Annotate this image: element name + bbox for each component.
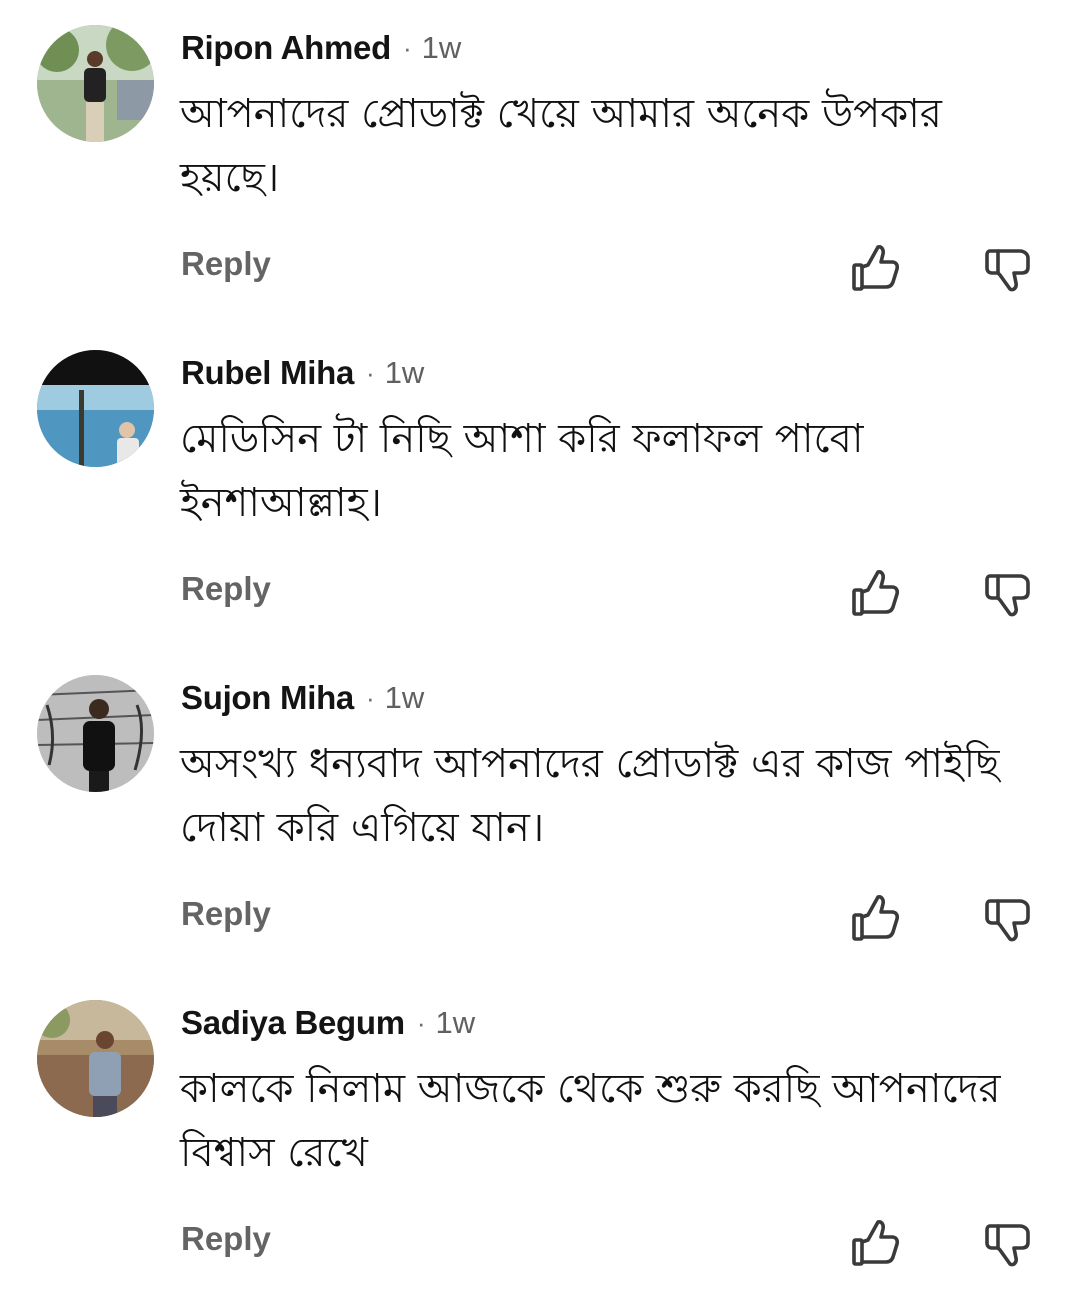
thumbs-down-icon [985,1224,1030,1267]
reply-button[interactable]: Reply [181,1220,271,1258]
reply-button[interactable]: Reply [181,570,271,608]
thumbs-up-icon [852,1220,900,1266]
like-button[interactable] [850,243,902,295]
avatar[interactable] [37,350,154,467]
author-name[interactable]: Sadiya Begum [181,1004,405,1042]
reply-button[interactable]: Reply [181,245,271,283]
reply-button[interactable]: Reply [181,895,271,933]
dislike-button[interactable] [982,568,1034,620]
thumbs-down-icon [985,574,1030,617]
thumbs-down-icon [985,899,1030,942]
comment-text: আপনাদের প্রোডাক্ট খেয়ে আমার অনেক উপকার … [180,91,942,201]
comment-item: Ripon Ahmed · 1w আপনাদের প্রোডাক্ট খেয়ে… [0,0,1080,325]
comment-text: কালকে নিলাম আজকে থেকে শুরু করছি আপনাদের … [180,1066,1001,1176]
author-name[interactable]: Rubel Miha [181,354,354,392]
avatar[interactable] [37,675,154,792]
comment-text: মেডিসিন টা নিছি আশা করি ফলাফল পাবো ইনশাআ… [180,416,864,526]
avatar[interactable] [37,1000,154,1117]
thumbs-down-icon [985,249,1030,292]
timestamp: 1w [384,355,425,390]
author-name[interactable]: Sujon Miha [181,679,354,717]
avatar[interactable] [37,25,154,142]
comment-item: Sujon Miha · 1w অসংখ্য ধন্যবাদ আপনাদের প… [0,650,1080,975]
timestamp: 1w [435,1005,476,1040]
thumbs-up-icon [852,895,900,941]
dislike-button[interactable] [982,893,1034,945]
separator-dot: · [366,357,375,388]
comment-header: Sujon Miha · 1w [181,676,424,720]
comment-item: Rubel Miha · 1w মেডিসিন টা নিছি আশা করি … [0,325,1080,650]
separator-dot: · [416,1007,426,1038]
timestamp: 1w [384,680,425,715]
separator-dot: · [366,682,375,713]
thumbs-up-icon [852,245,900,291]
comment-header: Sadiya Begum · 1w [181,1001,475,1045]
like-button[interactable] [850,893,902,945]
comment-header: Ripon Ahmed · 1w [181,26,461,70]
author-name[interactable]: Ripon Ahmed [181,29,391,67]
comment-text: অসংখ্য ধন্যবাদ আপনাদের প্রোডাক্ট এর কাজ … [180,741,1000,851]
timestamp: 1w [421,30,462,65]
thumbs-up-icon [852,570,900,616]
like-button[interactable] [850,568,902,620]
comment-item: Sadiya Begum · 1w কালকে নিলাম আজকে থেকে … [0,975,1080,1300]
comment-header: Rubel Miha · 1w [181,351,424,395]
dislike-button[interactable] [982,243,1034,295]
separator-dot: · [402,32,412,63]
like-button[interactable] [850,1218,902,1270]
dislike-button[interactable] [982,1218,1034,1270]
